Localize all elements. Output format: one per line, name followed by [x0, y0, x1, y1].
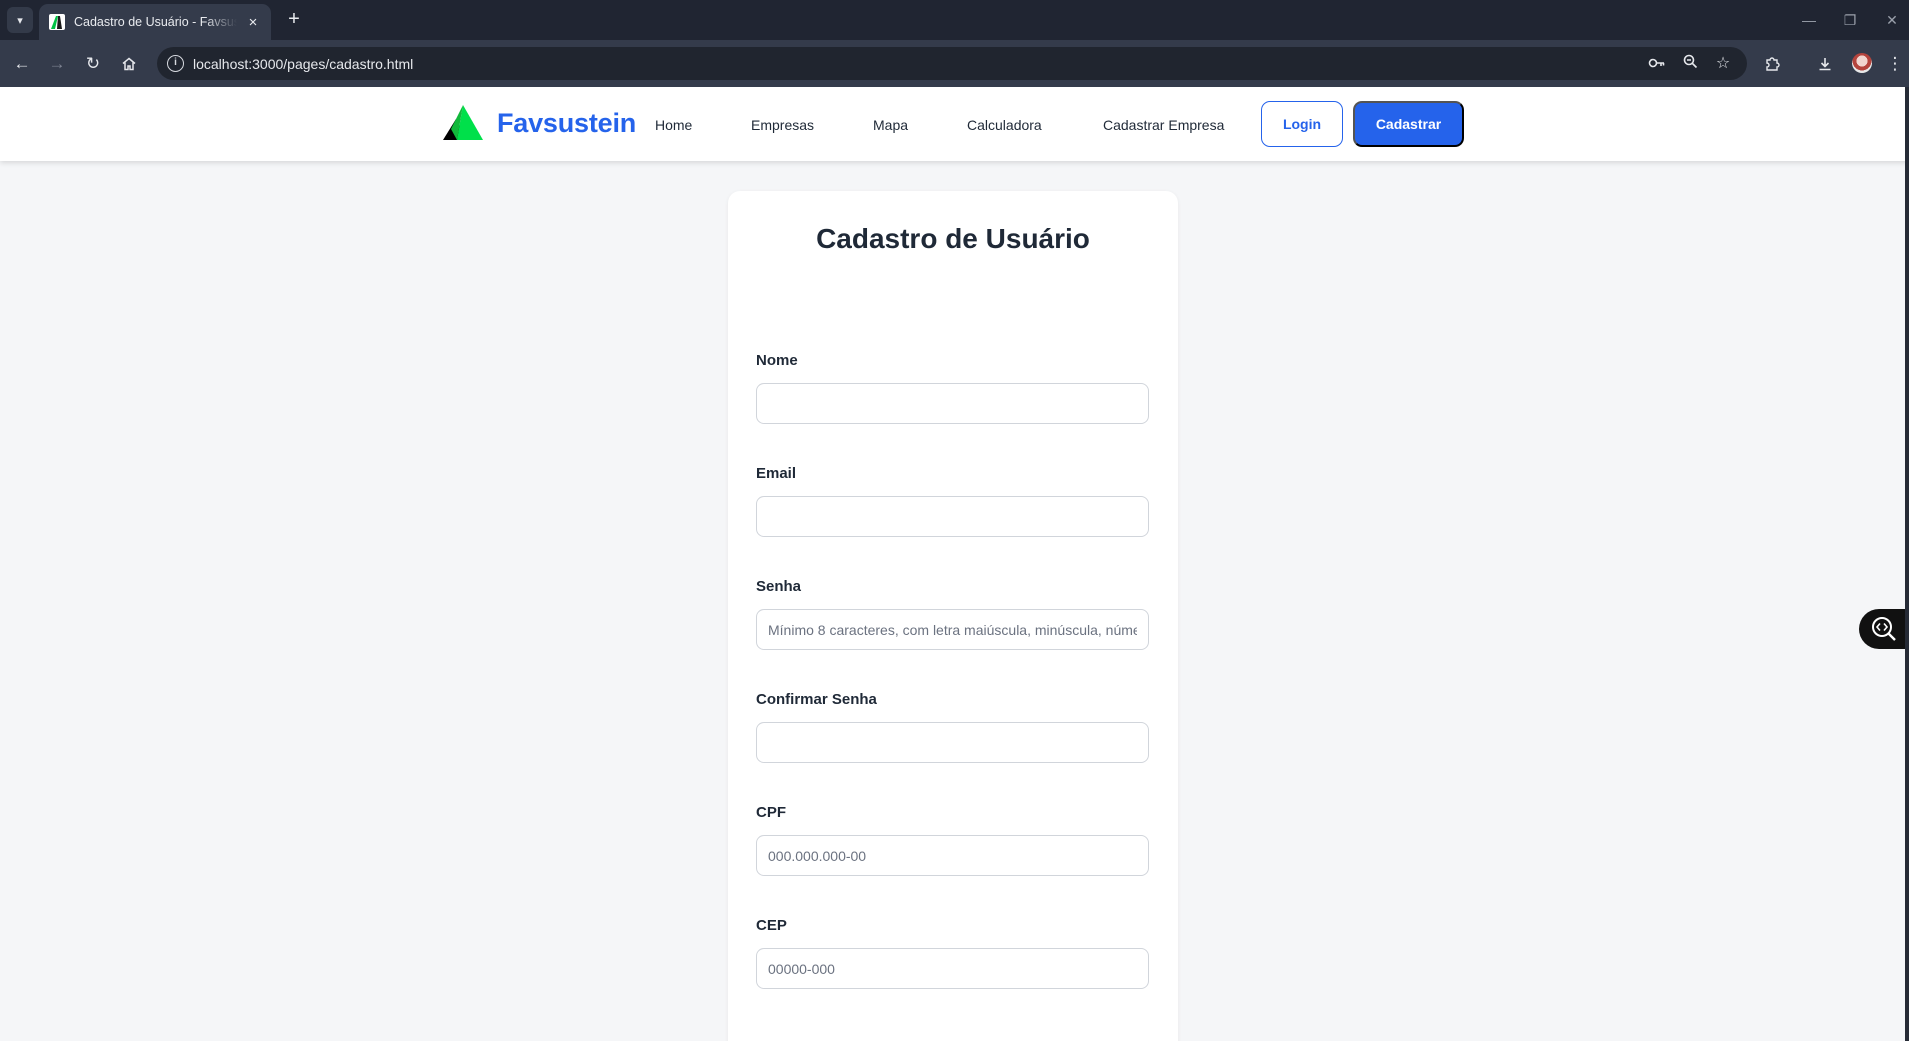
- star-icon[interactable]: ☆: [1713, 54, 1733, 74]
- tab-title: Cadastro de Usuário - Favsustein: [74, 15, 237, 29]
- cpf-input[interactable]: [756, 835, 1149, 876]
- confirmar-senha-label: Confirmar Senha: [756, 691, 877, 708]
- key-icon[interactable]: [1647, 54, 1667, 74]
- window-edge: [1905, 87, 1909, 1041]
- senha-label: Senha: [756, 578, 802, 595]
- cpf-label: CPF: [756, 804, 786, 821]
- url-text[interactable]: localhost:3000/pages/cadastro.html: [193, 56, 413, 72]
- chevron-down-icon[interactable]: ▾: [7, 7, 33, 33]
- nav-mapa[interactable]: Mapa: [873, 117, 908, 133]
- page-title: Cadastro de Usuário: [816, 223, 1090, 254]
- login-button[interactable]: Login: [1261, 101, 1343, 147]
- logo-triangle-icon: [443, 105, 483, 140]
- senha-input[interactable]: [756, 609, 1149, 650]
- avatar[interactable]: [1852, 53, 1872, 73]
- info-icon[interactable]: i: [167, 55, 184, 72]
- tab-close-icon[interactable]: ×: [245, 14, 261, 31]
- nome-label: Nome: [756, 352, 798, 369]
- nome-input[interactable]: [756, 383, 1149, 424]
- email-label: Email: [756, 465, 797, 482]
- inspector-extension-icon[interactable]: [1859, 609, 1909, 649]
- cep-label: CEP: [756, 917, 787, 934]
- email-input[interactable]: [756, 496, 1149, 537]
- new-tab-icon[interactable]: +: [282, 8, 306, 32]
- arrow-right-icon[interactable]: →: [44, 51, 70, 77]
- brand-logo[interactable]: Favsustein: [443, 103, 636, 143]
- arrow-left-icon[interactable]: ←: [9, 51, 35, 77]
- download-icon[interactable]: [1812, 51, 1838, 77]
- nav-calculadora[interactable]: Calculadora: [967, 117, 1042, 133]
- confirmar-senha-input[interactable]: [756, 722, 1149, 763]
- nav-empresas[interactable]: Empresas: [751, 117, 814, 133]
- reload-icon[interactable]: ↻: [80, 51, 106, 77]
- browser-tab-strip: ▾ Cadastro de Usuário - Favsustein × + —…: [0, 0, 1909, 40]
- signup-form-card: Cadastro de Usuário Nome Email Senha Con…: [728, 191, 1178, 1041]
- zoom-icon[interactable]: [1680, 54, 1700, 74]
- kebab-menu-icon[interactable]: ⋮: [1885, 51, 1905, 77]
- web-page: Favsustein Home Empresas Mapa Calculador…: [0, 87, 1909, 1041]
- minimize-icon[interactable]: —: [1797, 8, 1821, 32]
- nav-home[interactable]: Home: [655, 117, 692, 133]
- home-icon[interactable]: [116, 51, 142, 77]
- site-header: Favsustein Home Empresas Mapa Calculador…: [0, 87, 1909, 161]
- restore-icon[interactable]: ❐: [1838, 8, 1862, 32]
- browser-toolbar: ← → ↻ i localhost:3000/pages/cadastro.ht…: [0, 40, 1909, 87]
- signup-button[interactable]: Cadastrar: [1353, 101, 1464, 147]
- cep-input[interactable]: [756, 948, 1149, 989]
- brand-name: Favsustein: [497, 107, 637, 138]
- address-bar[interactable]: i localhost:3000/pages/cadastro.html ☆: [157, 47, 1747, 80]
- puzzle-icon[interactable]: [1759, 51, 1785, 77]
- favsustein-favicon-icon: [49, 14, 65, 30]
- nav-cadastrar-empresa[interactable]: Cadastrar Empresa: [1103, 117, 1224, 133]
- browser-tab[interactable]: Cadastro de Usuário - Favsustein ×: [39, 4, 271, 40]
- close-icon[interactable]: ✕: [1880, 8, 1904, 32]
